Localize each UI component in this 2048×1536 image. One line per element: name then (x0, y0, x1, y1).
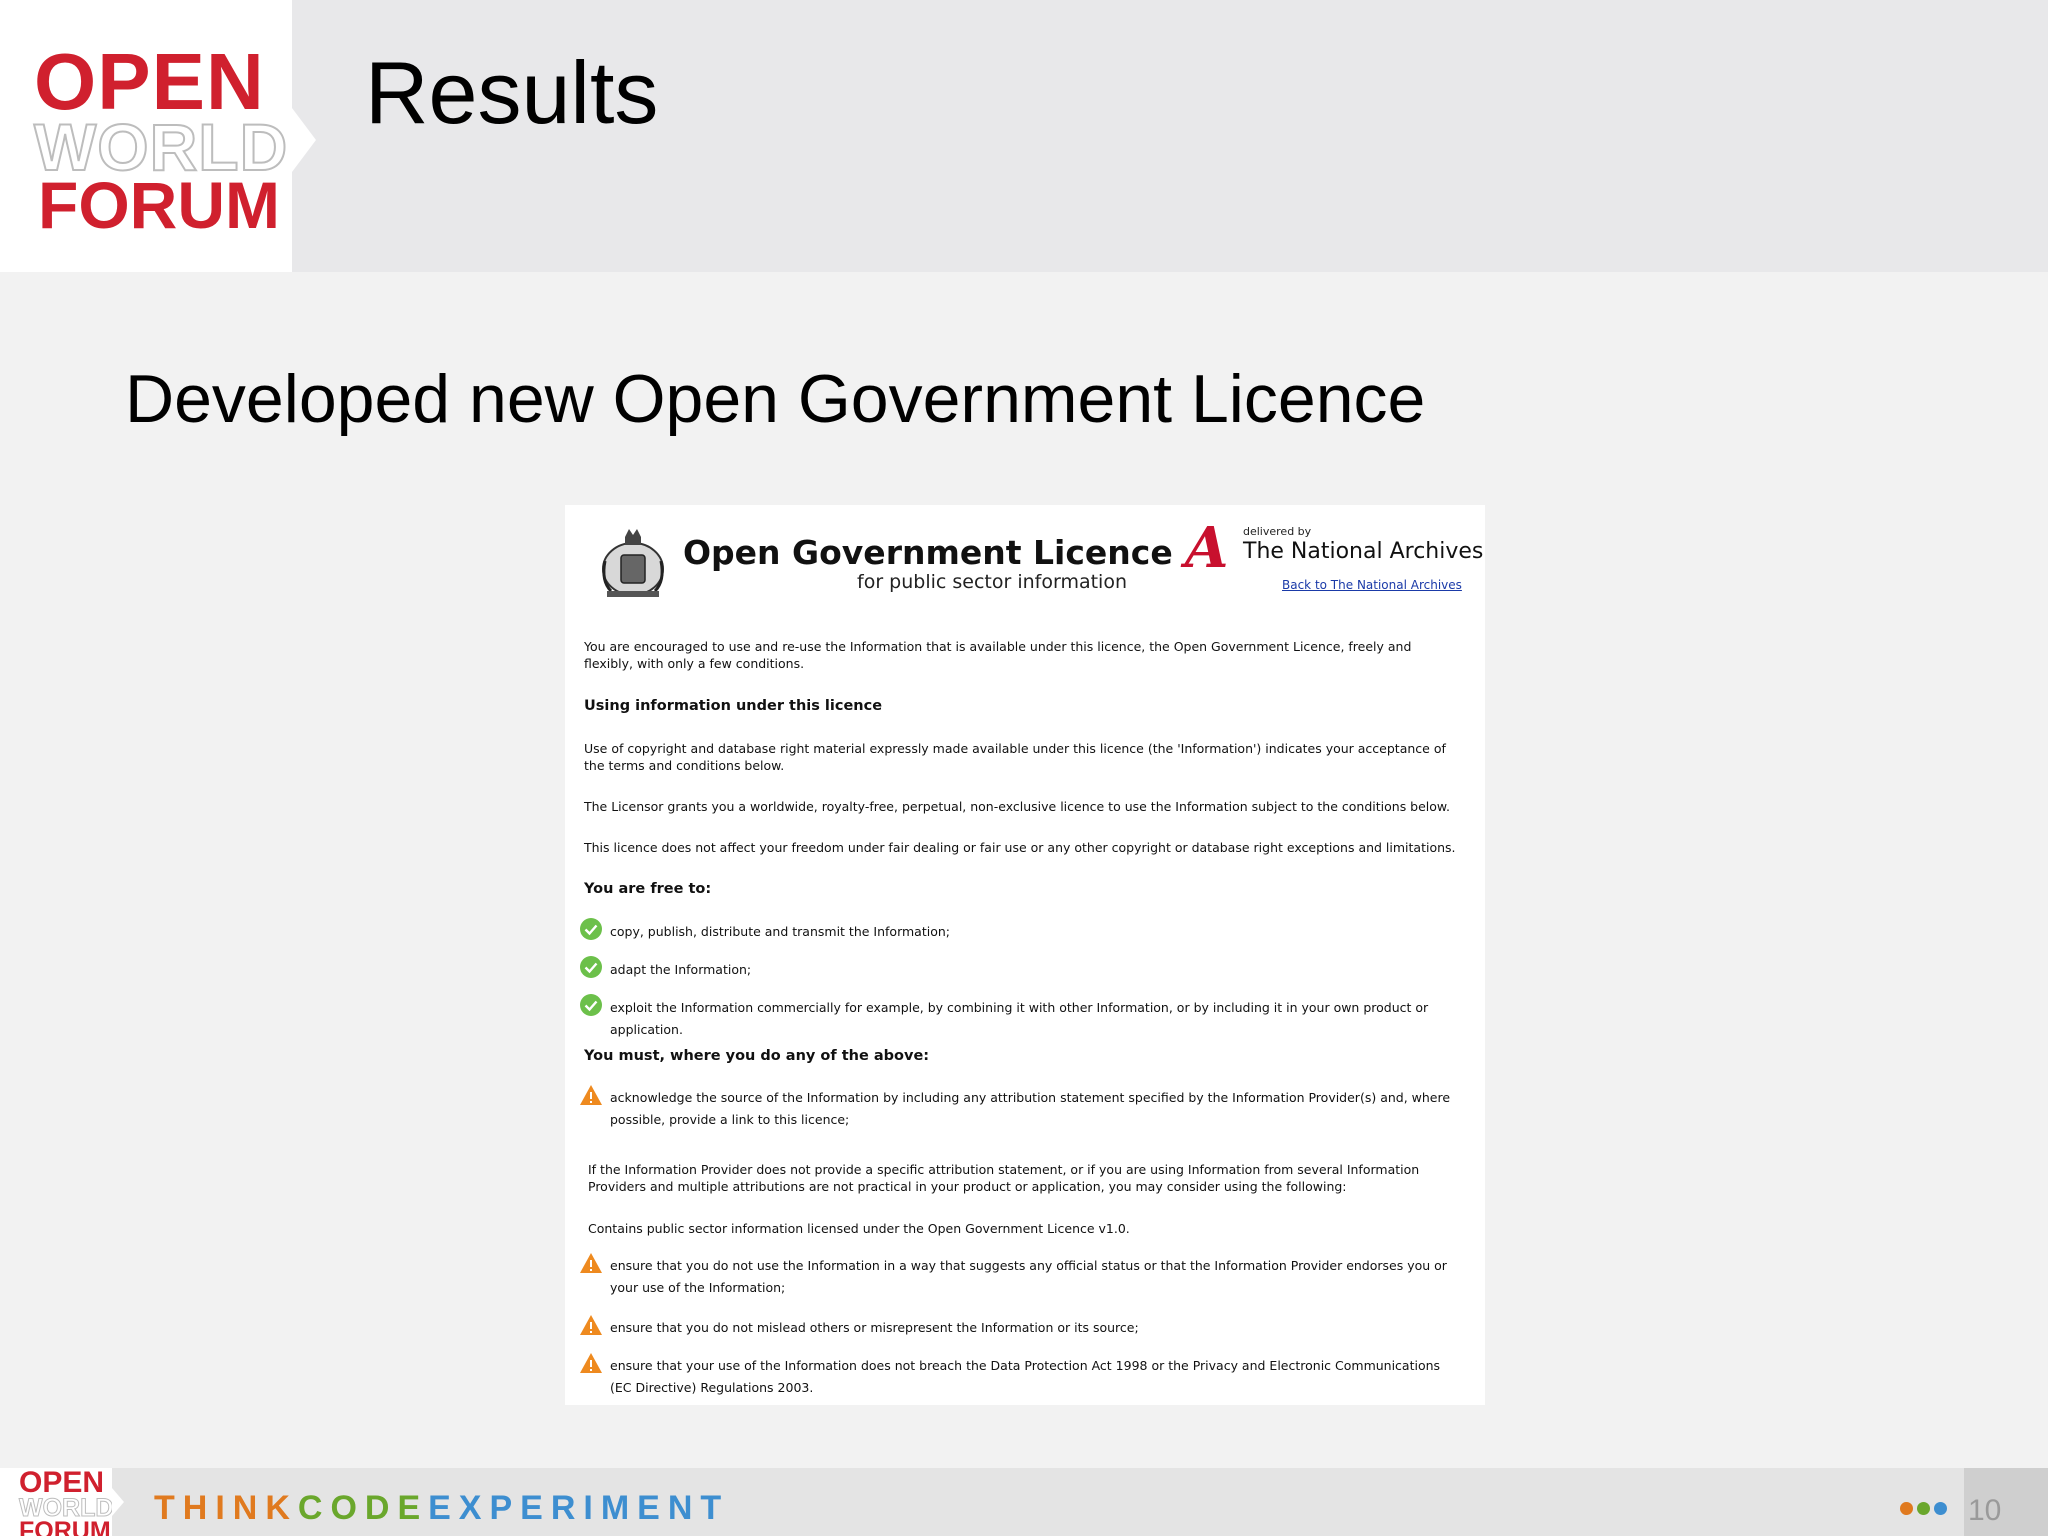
must-item: ensure that your use of the Information … (579, 1351, 1469, 1399)
slide-title: Results (365, 43, 659, 142)
dot-green (1917, 1502, 1930, 1515)
footer-logo: OPEN WORLD FORUM (0, 1468, 112, 1536)
page-number: 10 (1968, 1494, 2002, 1527)
back-to-tna-link[interactable]: Back to The National Archives (1282, 578, 1462, 592)
free-item: adapt the Information; (579, 955, 1469, 995)
must-item-text: ensure that you do not use the Informati… (610, 1258, 1447, 1295)
footer-arrow-notch (112, 1488, 124, 1516)
must-item-text: ensure that your use of the Information … (610, 1358, 1441, 1395)
must-item-text: ensure that you do not mislead others or… (610, 1320, 1139, 1335)
dot-blue (1934, 1502, 1947, 1515)
royal-crest-icon (602, 529, 664, 597)
must-item-text: acknowledge the source of the Informatio… (610, 1090, 1451, 1127)
dot-orange (1900, 1502, 1913, 1515)
check-circle-icon (580, 918, 602, 940)
progress-dots (1900, 1502, 1951, 1520)
tna-delivered-by: delivered by (1243, 525, 1312, 538)
warning-triangle-icon (580, 1353, 602, 1373)
header-arrow-notch (292, 108, 316, 172)
free-item-text: copy, publish, distribute and transmit t… (610, 924, 950, 939)
slide-subtitle: Developed new Open Government Licence (125, 361, 1426, 437)
logo-word-forum: FORUM (38, 168, 280, 242)
must-item: acknowledge the source of the Informatio… (579, 1083, 1469, 1131)
warning-triangle-icon (580, 1085, 602, 1105)
tna-name: The National Archives (1243, 539, 1484, 564)
paragraph-grant: The Licensor grants you a worldwide, roy… (584, 799, 1450, 814)
warning-triangle-icon (580, 1253, 602, 1273)
licence-document-image: Open Government Licence for public secto… (565, 505, 1485, 1405)
check-circle-icon (580, 956, 602, 978)
heading-must: You must, where you do any of the above: (584, 1048, 930, 1064)
free-item: exploit the Information commercially for… (579, 993, 1469, 1037)
footer-logo-forum: FORUM (19, 1517, 111, 1536)
heading-free-to: You are free to: (584, 881, 712, 897)
national-archives-logo-icon: A (1185, 515, 1229, 581)
paragraph-attribution: If the Information Provider does not pro… (588, 1162, 1420, 1194)
paragraph-fair-dealing: This licence does not affect your freedo… (584, 840, 1456, 855)
free-item-text: adapt the Information; (610, 962, 752, 977)
open-world-forum-logo: OPEN WORLD FORUM (0, 0, 292, 272)
free-item: copy, publish, distribute and transmit t… (579, 917, 1469, 957)
warning-triangle-icon (580, 1315, 602, 1335)
heading-using: Using information under this licence (584, 698, 883, 714)
paragraph-contains: Contains public sector information licen… (588, 1221, 1130, 1236)
paragraph-copyright: Use of copyright and database right mate… (584, 741, 1446, 773)
tagline-think: THINK (154, 1489, 298, 1527)
ogl-subtitle: for public sector information (857, 571, 1127, 593)
footer-tagline: THINKCODEEXPERIMENT (154, 1488, 729, 1528)
ogl-title: Open Government Licence (683, 533, 1173, 572)
intro-paragraph: You are encouraged to use and re-use the… (584, 639, 1412, 671)
tagline-experiment: EXPERIMENT (428, 1489, 730, 1527)
must-item: ensure that you do not use the Informati… (579, 1251, 1469, 1299)
free-item-text: exploit the Information commercially for… (610, 1000, 1429, 1037)
must-item: ensure that you do not mislead others or… (579, 1313, 1469, 1353)
tagline-code: CODE (297, 1489, 429, 1527)
check-circle-icon (580, 994, 602, 1016)
